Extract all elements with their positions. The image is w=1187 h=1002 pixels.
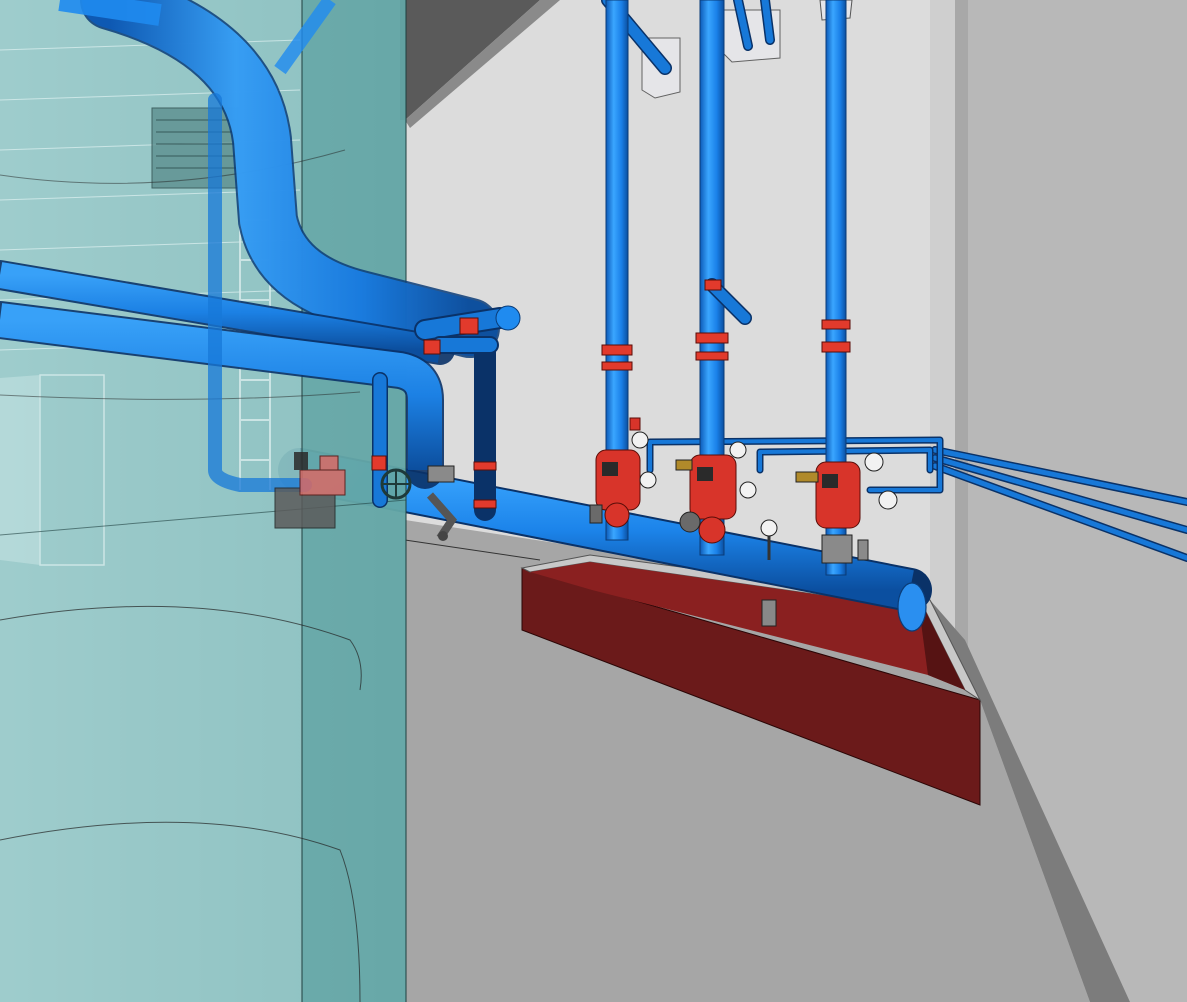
bim-3d-viewport[interactable] bbox=[0, 0, 1187, 1002]
right-wall-edge bbox=[955, 0, 968, 650]
fire-sprinkler-valve-room-render bbox=[0, 0, 1187, 1002]
transparent-wall bbox=[0, 0, 407, 1002]
